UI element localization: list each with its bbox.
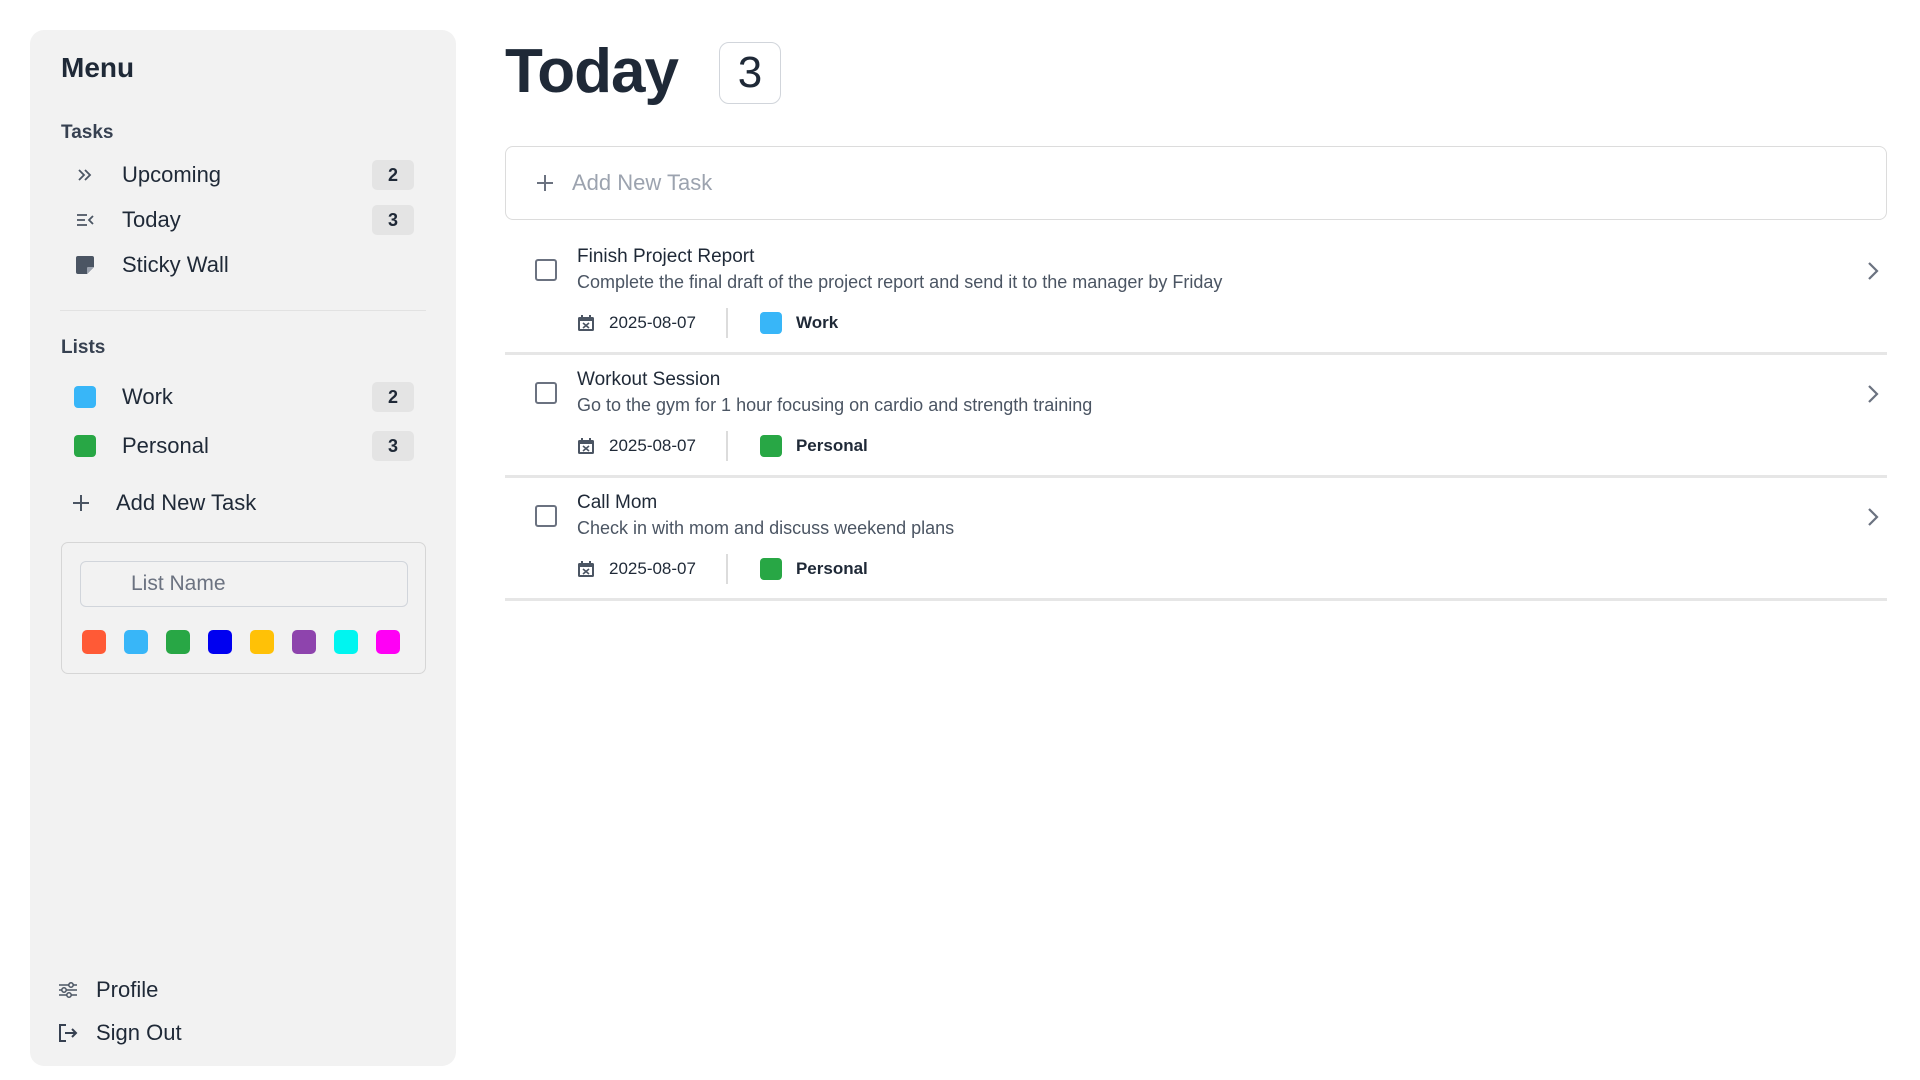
color-option-purple[interactable] (292, 630, 316, 654)
task-description: Go to the gym for 1 hour focusing on car… (577, 395, 1093, 415)
count-badge: 2 (372, 160, 414, 190)
task-checkbox[interactable] (535, 505, 557, 527)
sidebar-item-label: Upcoming (122, 162, 222, 187)
plus-icon (66, 494, 96, 512)
sign-out-icon (56, 1023, 80, 1043)
list-today-icon (70, 211, 100, 229)
task-list-name: Personal (795, 559, 868, 578)
sticky-note-icon (70, 254, 100, 276)
task-date: 2025-08-07 (609, 436, 696, 455)
task-meta: 2025-08-07 Work (577, 308, 838, 338)
menu-title: Menu (61, 52, 135, 83)
list-name-input[interactable] (80, 561, 408, 607)
chevron-right-icon[interactable] (1861, 502, 1885, 532)
sidebar: Menu Tasks Upcoming 2 Today 3 Sticky Wal… (30, 30, 456, 1066)
task-title: Finish Project Report (577, 246, 755, 267)
task-meta: 2025-08-07 Personal (577, 431, 868, 461)
task-meta: 2025-08-07 Personal (577, 554, 868, 584)
color-option-yellow[interactable] (250, 630, 274, 654)
sidebar-item-today[interactable]: Today 3 (70, 200, 414, 240)
add-task-placeholder: Add New Task (572, 170, 713, 195)
calendar-icon (577, 437, 595, 455)
sidebar-item-label: Sticky Wall (122, 252, 229, 277)
color-option-blue[interactable] (208, 630, 232, 654)
meta-divider (725, 554, 728, 584)
add-task-input[interactable]: Add New Task (505, 146, 1887, 220)
list-color-icon (70, 435, 100, 457)
color-option-red[interactable] (82, 630, 106, 654)
task-date: 2025-08-07 (609, 313, 696, 332)
list-color-swatch (759, 558, 782, 580)
list-color-swatch (759, 312, 782, 334)
sidebar-item-upcoming[interactable]: Upcoming 2 (70, 155, 414, 195)
add-new-list-button[interactable]: Add New Task (66, 483, 410, 523)
task-list-name: Work (795, 313, 839, 332)
calendar-icon (577, 314, 595, 332)
color-option-cyan[interactable] (334, 630, 358, 654)
page-title: Today (505, 37, 679, 106)
sidebar-item-label: Today (122, 207, 181, 232)
meta-divider (725, 431, 728, 461)
profile-link[interactable]: Profile (56, 973, 158, 1007)
task-date: 2025-08-07 (609, 559, 696, 578)
color-option-magenta[interactable] (376, 630, 400, 654)
sidebar-item-work[interactable]: Work 2 (70, 377, 414, 417)
new-list-form (61, 542, 426, 674)
sidebar-item-personal[interactable]: Personal 3 (70, 426, 414, 466)
color-option-sky-blue[interactable] (124, 630, 148, 654)
sidebar-item-label: Work (122, 384, 173, 409)
list-color-swatch (759, 435, 782, 457)
double-chevron-right-icon (70, 166, 100, 184)
task-row[interactable]: Finish Project Report Complete the final… (505, 232, 1887, 355)
task-description: Complete the final draft of the project … (577, 272, 1223, 292)
list-color-icon (70, 386, 100, 408)
chevron-right-icon[interactable] (1861, 256, 1885, 286)
plus-icon (536, 167, 554, 199)
work-color-swatch (74, 386, 96, 408)
sign-out-link[interactable]: Sign Out (56, 1016, 182, 1050)
chevron-right-icon[interactable] (1861, 379, 1885, 409)
task-row[interactable]: Call Mom Check in with mom and discuss w… (505, 478, 1887, 601)
count-badge: 2 (372, 382, 414, 412)
task-checkbox[interactable] (535, 382, 557, 404)
color-option-green[interactable] (166, 630, 190, 654)
profile-label: Profile (96, 977, 159, 1002)
count-badge: 3 (372, 205, 414, 235)
lists-section-label: Lists (61, 337, 106, 358)
task-title: Call Mom (577, 492, 658, 513)
meta-divider (725, 308, 728, 338)
tasks-section-label: Tasks (61, 122, 114, 143)
task-checkbox[interactable] (535, 259, 557, 281)
sliders-icon (56, 981, 80, 999)
sign-out-label: Sign Out (96, 1020, 182, 1045)
task-row[interactable]: Workout Session Go to the gym for 1 hour… (505, 355, 1887, 478)
add-new-task-label: Add New Task (116, 490, 257, 515)
calendar-icon (577, 560, 595, 578)
sidebar-item-sticky-wall[interactable]: Sticky Wall (70, 245, 414, 285)
task-count-badge: 3 (719, 42, 781, 104)
personal-color-swatch (74, 435, 96, 457)
count-badge: 3 (372, 431, 414, 461)
color-picker (82, 630, 400, 654)
task-list: Finish Project Report Complete the final… (505, 232, 1887, 601)
sidebar-item-label: Personal (122, 433, 209, 458)
divider (60, 310, 426, 311)
task-title: Workout Session (577, 369, 721, 390)
task-list-name: Personal (795, 436, 868, 455)
task-description: Check in with mom and discuss weekend pl… (577, 518, 955, 538)
